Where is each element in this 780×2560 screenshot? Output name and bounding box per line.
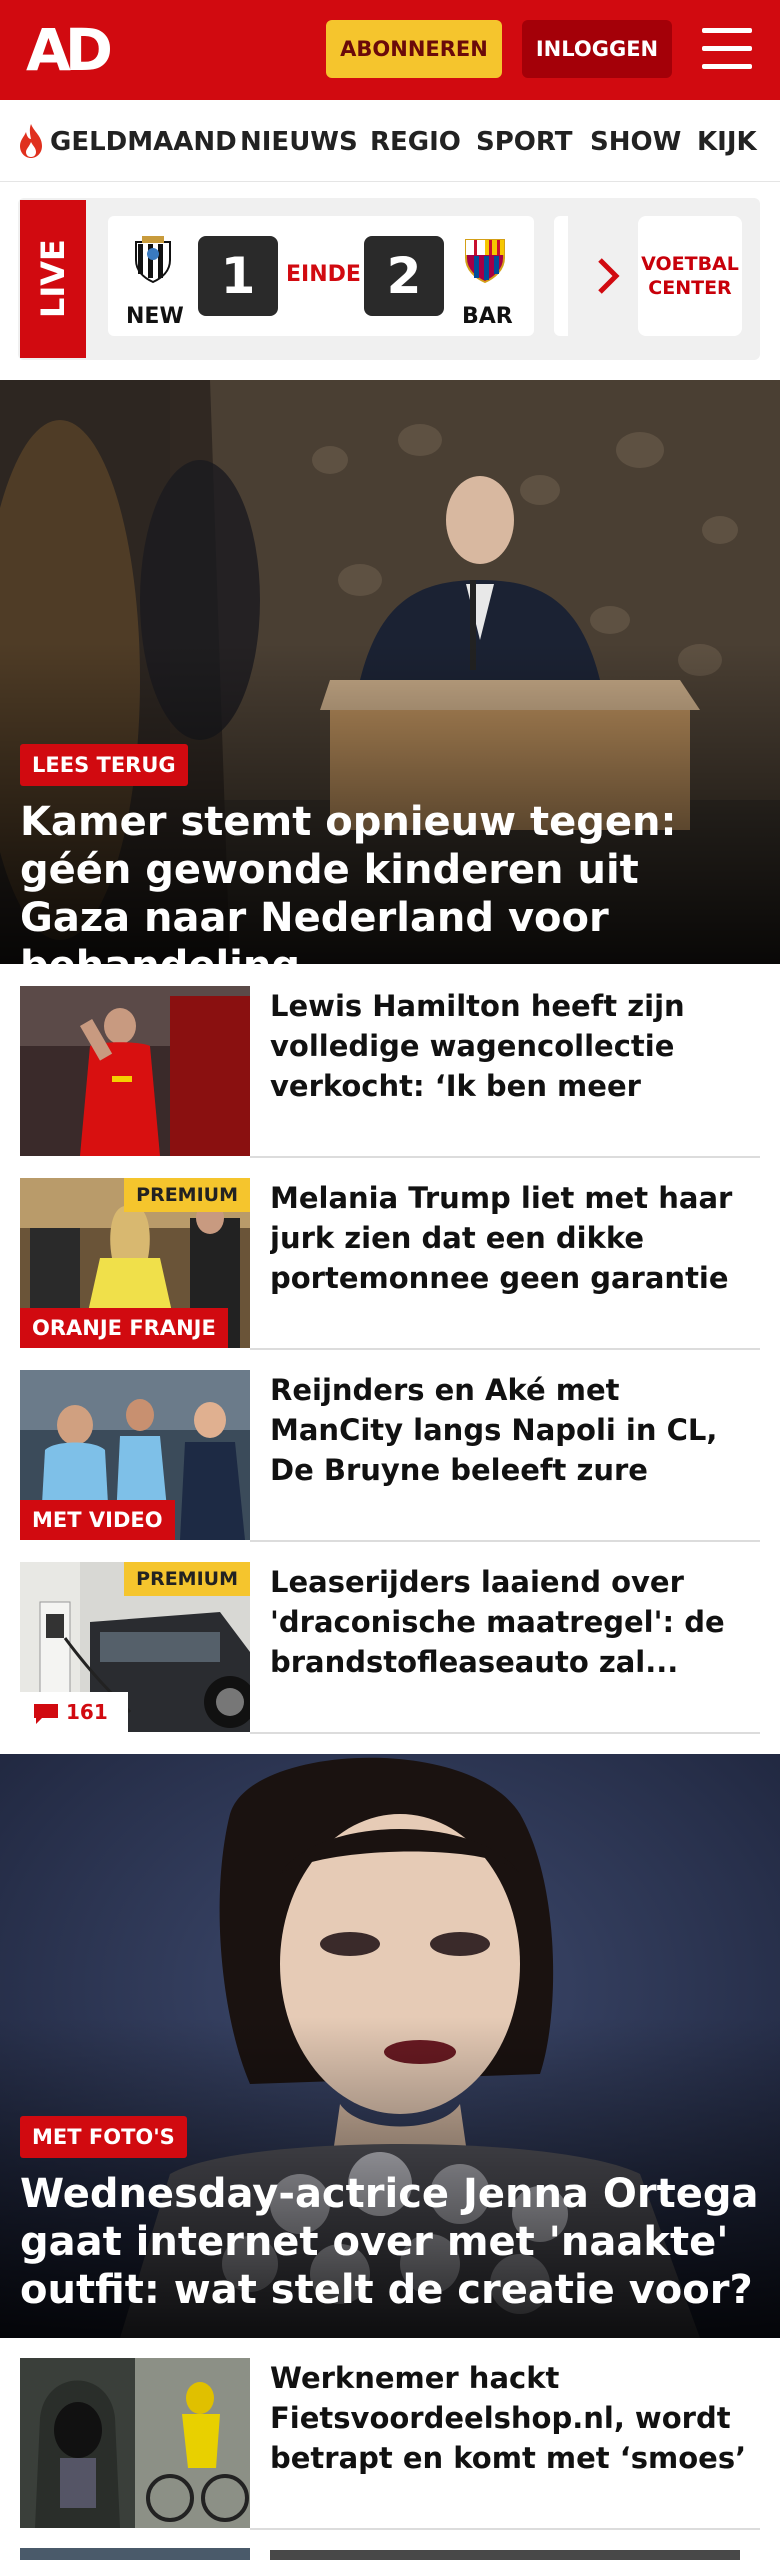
away-score: 2 — [364, 236, 444, 316]
thumbnail-label: ORANJE FRANJE — [20, 1308, 228, 1348]
article-item[interactable]: MET VIDEO Reijnders en Aké met ManCity l… — [0, 1350, 780, 1542]
thumbnail-image-hacker-cyclist — [20, 2358, 250, 2528]
article-thumbnail[interactable] — [20, 2358, 250, 2528]
article-title[interactable]: Lewis Hamilton heeft zijn volledige wage… — [270, 986, 748, 1106]
premium-badge: PREMIUM — [124, 1178, 250, 1212]
barcelona-crest-icon — [465, 239, 505, 284]
ad-logo[interactable]: AD — [26, 21, 116, 79]
nav-item-sport[interactable]: SPORT — [476, 122, 572, 162]
hero-title[interactable]: Kamer stemt opnieuw tegen: géén gewonde … — [20, 798, 760, 964]
article-title[interactable]: Melania Trump liet met haar jurk zien da… — [270, 1178, 748, 1298]
match-status: EINDE — [286, 262, 361, 287]
thumbnail-image-hamilton — [20, 986, 250, 1156]
live-tag: LIVE — [20, 200, 86, 358]
chevron-right-icon[interactable] — [594, 256, 624, 296]
nav-item-geldmaand[interactable]: GELDMAAND — [50, 122, 237, 162]
subscribe-button[interactable]: ABONNEREN — [326, 20, 502, 78]
live-label: LIVE — [34, 239, 72, 319]
nav-item-show[interactable]: SHOW — [590, 122, 681, 162]
article-thumbnail[interactable]: MET VIDEO — [20, 1370, 250, 1540]
comment-icon — [34, 1704, 58, 1724]
newcastle-crest-icon — [135, 236, 171, 284]
home-score: 1 — [198, 236, 278, 316]
article-title[interactable]: Werknemer hackt Fietsvoordeelshop.nl, wo… — [270, 2358, 748, 2478]
main-nav: GELDMAAND NIEUWS REGIO SPORT SHOW KIJK — [0, 100, 780, 182]
comment-count[interactable]: 161 — [20, 1692, 128, 1732]
flame-icon — [20, 124, 42, 158]
article-item[interactable]: PREMIUM 161 Leaserijders laaiend over 'd… — [0, 1542, 780, 1734]
match-card[interactable]: NEW 1 EINDE 2 BAR — [108, 216, 534, 336]
hero-article-gaza[interactable]: LEES TERUG Kamer stemt opnieuw tegen: gé… — [0, 380, 780, 964]
article-thumbnail[interactable]: PREMIUM ORANJE FRANJE — [20, 1178, 250, 1348]
hero-label: LEES TERUG — [20, 744, 188, 786]
article-thumbnail[interactable]: PREMIUM 161 — [20, 1562, 250, 1732]
divider — [250, 1732, 760, 1734]
hero-title[interactable]: Wednesday-actrice Jenna Ortega gaat inte… — [20, 2170, 760, 2314]
home-team-code: NEW — [126, 304, 184, 329]
article-item[interactable]: PREMIUM ORANJE FRANJE Melania Trump liet… — [0, 1158, 780, 1350]
hero-label: MET FOTO'S — [20, 2116, 187, 2158]
voetbal-center-line2: CENTER — [648, 277, 732, 299]
next-match-card-peek[interactable] — [554, 216, 568, 336]
nav-item-kijk[interactable]: KIJK — [697, 122, 757, 162]
live-scores: LIVE NEW 1 EINDE 2 BAR VOETBAL CENTER — [18, 198, 760, 360]
top-bar: AD ABONNEREN INLOGGEN — [0, 0, 780, 100]
article-thumbnail[interactable] — [20, 986, 250, 1156]
premium-badge: PREMIUM — [124, 1562, 250, 1596]
article-title[interactable]: Leaserijders laaiend over 'draconische m… — [270, 1562, 748, 1682]
menu-icon[interactable] — [702, 28, 752, 70]
next-article-title-peek[interactable] — [270, 2550, 740, 2560]
hero-article-ortega[interactable]: MET FOTO'S Wednesday-actrice Jenna Orteg… — [0, 1754, 780, 2338]
divider — [250, 2528, 760, 2530]
away-team-code: BAR — [462, 304, 513, 329]
article-title[interactable]: Reijnders en Aké met ManCity langs Napol… — [270, 1370, 748, 1490]
voetbal-center-line1: VOETBAL — [641, 253, 739, 275]
nav-item-regio[interactable]: REGIO — [370, 122, 461, 162]
nav-item-nieuws[interactable]: NIEUWS — [240, 122, 358, 162]
login-button[interactable]: INLOGGEN — [522, 20, 672, 78]
next-article-thumbnail-peek[interactable] — [20, 2548, 250, 2560]
article-item[interactable]: Werknemer hackt Fietsvoordeelshop.nl, wo… — [0, 2338, 780, 2530]
voetbal-center-button[interactable]: VOETBAL CENTER — [638, 216, 742, 336]
comment-count-value: 161 — [66, 1700, 108, 1724]
thumbnail-label: MET VIDEO — [20, 1500, 175, 1540]
article-item[interactable]: Lewis Hamilton heeft zijn volledige wage… — [0, 966, 780, 1158]
